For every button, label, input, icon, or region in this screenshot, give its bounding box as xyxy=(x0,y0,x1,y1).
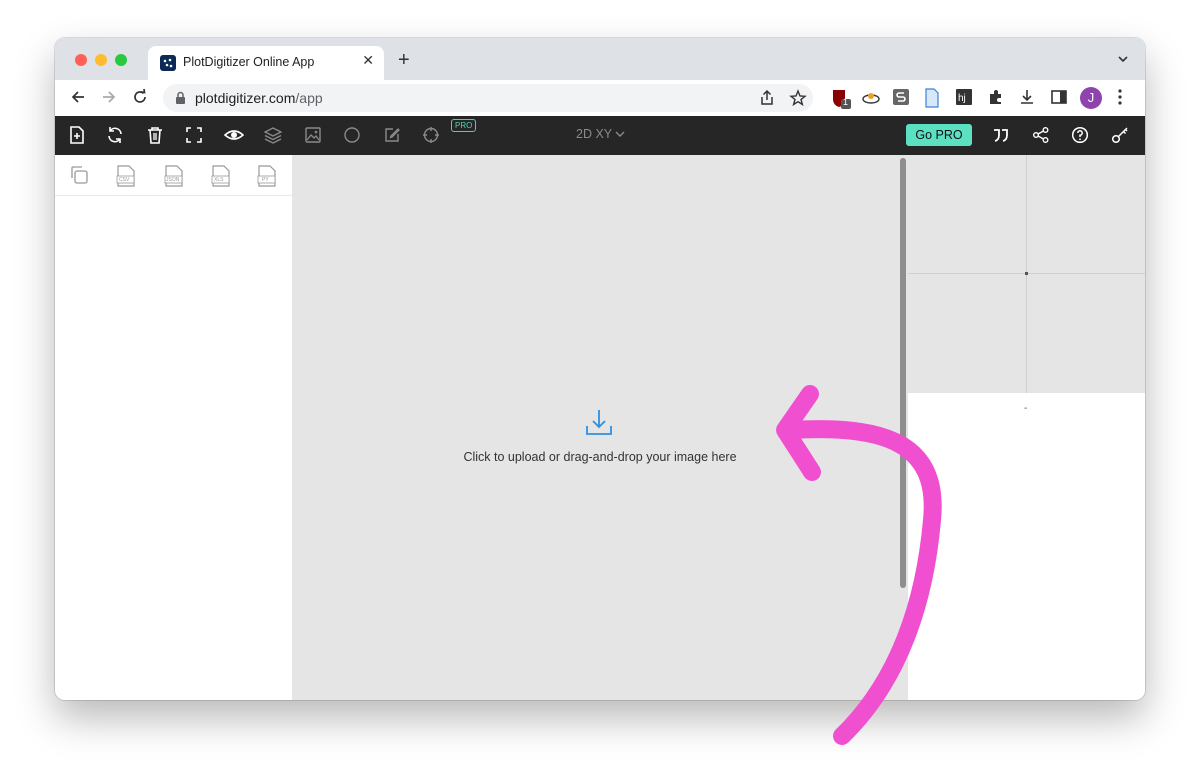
annotation-arrow xyxy=(776,385,942,745)
